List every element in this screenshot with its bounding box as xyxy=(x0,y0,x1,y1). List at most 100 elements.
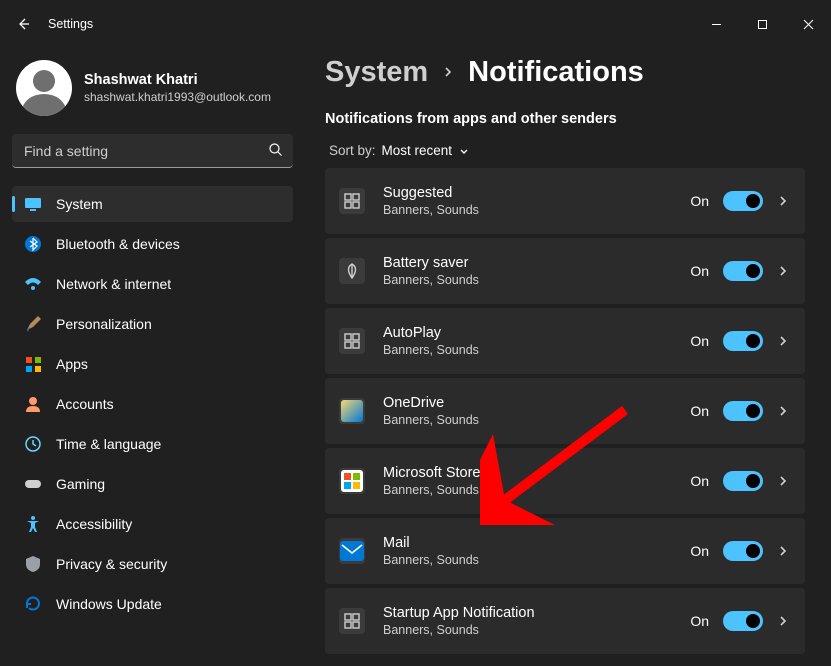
sidebar-item-gaming[interactable]: Gaming xyxy=(12,466,293,502)
brush-icon xyxy=(24,315,42,333)
app-name: Battery saver xyxy=(383,255,672,271)
sidebar-item-accounts[interactable]: Accounts xyxy=(12,386,293,422)
sidebar-item-label: Windows Update xyxy=(56,596,162,612)
sidebar-item-label: Time & language xyxy=(56,436,161,452)
apps-icon xyxy=(24,355,42,373)
accessibility-icon xyxy=(24,515,42,533)
app-name: OneDrive xyxy=(383,395,672,411)
app-name: Mail xyxy=(383,535,672,551)
toggle-switch[interactable] xyxy=(723,191,763,211)
app-row-battery-saver[interactable]: Battery saverBanners, SoundsOn xyxy=(325,238,805,304)
monitor-icon xyxy=(24,195,42,213)
sort-by-dropdown[interactable]: Sort by: Most recent xyxy=(329,143,805,158)
sidebar-item-time-language[interactable]: Time & language xyxy=(12,426,293,462)
person-icon xyxy=(24,395,42,413)
toggle-switch[interactable] xyxy=(723,401,763,421)
app-subtitle: Banners, Sounds xyxy=(383,343,672,357)
sidebar-item-label: Network & internet xyxy=(56,276,171,292)
store-icon xyxy=(339,468,365,494)
gamepad-icon xyxy=(24,475,42,493)
chevron-right-icon xyxy=(777,335,789,347)
wifi-icon xyxy=(24,275,42,293)
sidebar-item-label: Gaming xyxy=(56,476,105,492)
window-controls xyxy=(693,8,831,40)
close-button[interactable] xyxy=(785,8,831,40)
shield-icon xyxy=(24,555,42,573)
sidebar-item-label: Accessibility xyxy=(56,516,132,532)
sidebar-item-label: Accounts xyxy=(56,396,114,412)
maximize-button[interactable] xyxy=(739,8,785,40)
toggle-switch[interactable] xyxy=(723,261,763,281)
sort-by-value: Most recent xyxy=(382,143,453,158)
toggle-switch[interactable] xyxy=(723,611,763,631)
app-row-onedrive[interactable]: OneDrive Banners, Sounds On xyxy=(325,378,805,444)
app-subtitle: Banners, Sounds xyxy=(383,273,672,287)
app-list: SuggestedBanners, SoundsOnBattery saverB… xyxy=(325,168,805,654)
sidebar-item-apps[interactable]: Apps xyxy=(12,346,293,382)
chevron-down-icon xyxy=(458,145,470,157)
breadcrumb: System Notifications xyxy=(325,56,805,89)
sidebar-item-network-internet[interactable]: Network & internet xyxy=(12,266,293,302)
toggle-switch[interactable] xyxy=(723,471,763,491)
leaf-icon xyxy=(339,258,365,284)
app-subtitle: Banners, Sounds xyxy=(383,553,672,567)
app-row-microsoft-store[interactable]: Microsoft Store Banners, Sounds On xyxy=(325,448,805,514)
chevron-right-icon xyxy=(777,475,789,487)
profile-name: Shashwat Khatri xyxy=(84,72,271,88)
chevron-right-icon xyxy=(777,405,789,417)
minimize-button[interactable] xyxy=(693,8,739,40)
sidebar-item-label: System xyxy=(56,196,103,212)
chevron-right-icon xyxy=(777,545,789,557)
profile-email: shashwat.khatri1993@outlook.com xyxy=(84,90,271,104)
sidebar: Shashwat Khatri shashwat.khatri1993@outl… xyxy=(0,48,305,666)
sidebar-item-privacy-security[interactable]: Privacy & security xyxy=(12,546,293,582)
app-subtitle: Banners, Sounds xyxy=(383,483,672,497)
search-input[interactable] xyxy=(12,134,293,168)
onedrive-icon xyxy=(339,398,365,424)
titlebar: Settings xyxy=(0,0,831,48)
app-row-autoplay[interactable]: AutoPlay Banners, Sounds On xyxy=(325,308,805,374)
app-subtitle: Banners, Sounds xyxy=(383,413,672,427)
chevron-right-icon xyxy=(777,195,789,207)
grid-icon xyxy=(339,328,365,354)
sidebar-item-bluetooth-devices[interactable]: Bluetooth & devices xyxy=(12,226,293,262)
sort-by-label: Sort by: xyxy=(329,143,376,158)
toggle-switch[interactable] xyxy=(723,541,763,561)
clock-icon xyxy=(24,435,42,453)
sidebar-item-accessibility[interactable]: Accessibility xyxy=(12,506,293,542)
sidebar-nav: System Bluetooth & devices Network & inter… xyxy=(12,186,293,622)
app-row-suggested[interactable]: SuggestedBanners, SoundsOn xyxy=(325,168,805,234)
toggle-switch[interactable] xyxy=(723,331,763,351)
app-name: Suggested xyxy=(383,185,672,201)
search-icon xyxy=(268,142,283,160)
app-row-mail[interactable]: Mail Banners, Sounds On xyxy=(325,518,805,584)
toggle-state-label: On xyxy=(690,333,709,349)
chevron-right-icon xyxy=(777,265,789,277)
toggle-state-label: On xyxy=(690,613,709,629)
sidebar-item-personalization[interactable]: Personalization xyxy=(12,306,293,342)
back-button[interactable] xyxy=(12,12,36,36)
sidebar-item-label: Bluetooth & devices xyxy=(56,236,180,252)
sidebar-item-label: Privacy & security xyxy=(56,556,167,572)
profile-block[interactable]: Shashwat Khatri shashwat.khatri1993@outl… xyxy=(12,56,293,134)
toggle-state-label: On xyxy=(690,193,709,209)
toggle-state-label: On xyxy=(690,473,709,489)
toggle-state-label: On xyxy=(690,403,709,419)
sidebar-item-windows-update[interactable]: Windows Update xyxy=(12,586,293,622)
app-subtitle: Banners, Sounds xyxy=(383,623,672,637)
toggle-state-label: On xyxy=(690,543,709,559)
app-name: Microsoft Store xyxy=(383,465,672,481)
app-row-startup-app-notification[interactable]: Startup App NotificationBanners, SoundsO… xyxy=(325,588,805,654)
breadcrumb-current: Notifications xyxy=(468,56,644,89)
breadcrumb-parent[interactable]: System xyxy=(325,56,428,89)
app-name: AutoPlay xyxy=(383,325,672,341)
avatar xyxy=(16,60,72,116)
mail-icon xyxy=(339,538,365,564)
update-icon xyxy=(24,595,42,613)
sidebar-item-label: Personalization xyxy=(56,316,152,332)
grid-icon xyxy=(339,188,365,214)
sidebar-item-system[interactable]: System xyxy=(12,186,293,222)
content: System Notifications Notifications from … xyxy=(305,48,831,666)
chevron-right-icon xyxy=(777,615,789,627)
bluetooth-icon xyxy=(24,235,42,253)
